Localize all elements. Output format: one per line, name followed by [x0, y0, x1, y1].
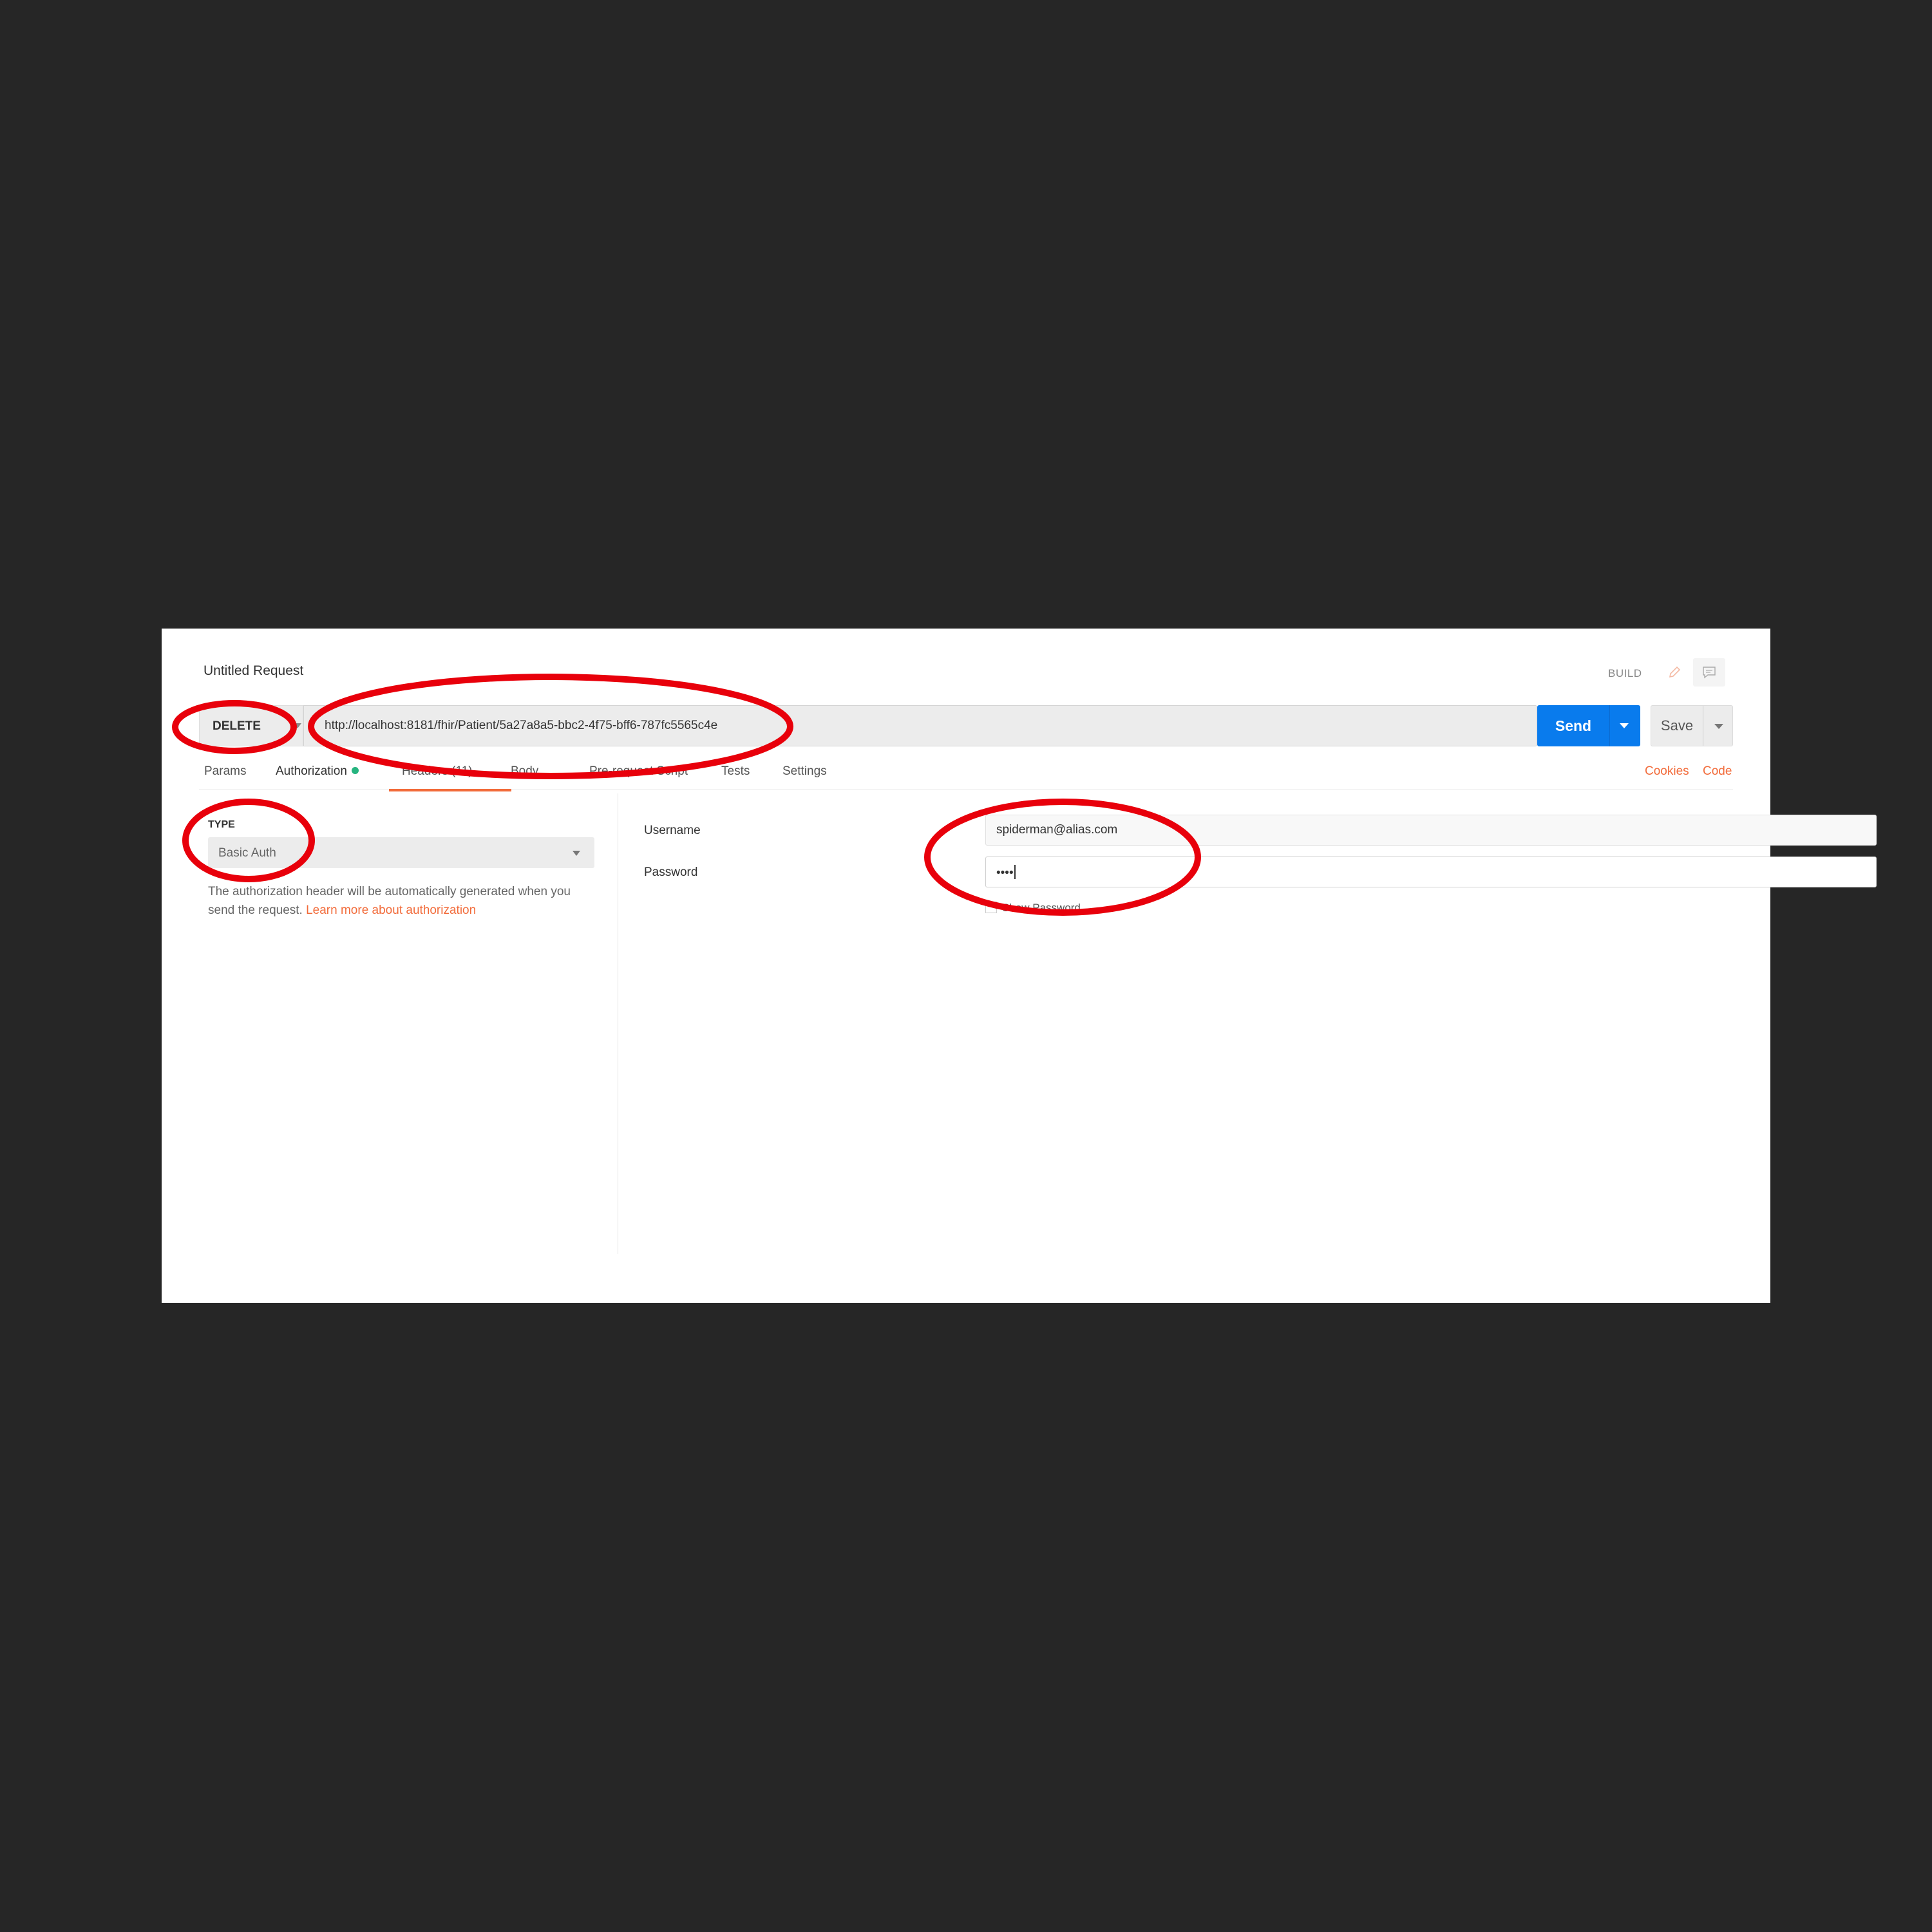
- auth-type-select[interactable]: Basic Auth: [208, 837, 594, 868]
- request-panel: Untitled Request BUILD DELETE http://loc…: [162, 629, 1877, 1303]
- tab-authorization[interactable]: Authorization: [276, 761, 359, 790]
- show-password-toggle[interactable]: Show Password: [985, 902, 1081, 914]
- tab-authorization-label: Authorization: [276, 764, 347, 778]
- url-value: http://localhost:8181/fhir/Patient/5a27a…: [325, 719, 718, 732]
- chevron-down-icon: [294, 723, 301, 728]
- status-dot: [351, 767, 359, 774]
- tab-pre-request-script[interactable]: Pre-request Script: [589, 761, 688, 790]
- request-tabs: Params Authorization Headers (11) Body P…: [199, 761, 1733, 790]
- url-input[interactable]: http://localhost:8181/fhir/Patient/5a27a…: [303, 705, 1537, 746]
- comments-button[interactable]: [1693, 658, 1725, 687]
- username-field[interactable]: spiderman@alias.com: [985, 815, 1877, 846]
- username-value: spiderman@alias.com: [996, 823, 1118, 837]
- request-title[interactable]: Untitled Request: [204, 663, 303, 679]
- active-tab-indicator: [389, 789, 511, 791]
- tab-body[interactable]: Body: [511, 761, 538, 790]
- text-cursor: [1014, 865, 1016, 879]
- username-label: Username: [644, 824, 701, 837]
- code-link[interactable]: Code: [1703, 761, 1732, 782]
- save-button[interactable]: Save: [1651, 705, 1733, 746]
- auth-type-label: TYPE: [208, 819, 235, 830]
- auth-help-text: The authorization header will be automat…: [208, 882, 594, 920]
- tab-params[interactable]: Params: [204, 761, 246, 790]
- password-mask: ••••: [996, 866, 1014, 880]
- password-field[interactable]: ••••: [985, 857, 1877, 887]
- send-button[interactable]: Send: [1537, 705, 1640, 746]
- pencil-icon: [1669, 666, 1681, 678]
- tab-headers[interactable]: Headers (11): [402, 761, 472, 790]
- cookies-link[interactable]: Cookies: [1645, 761, 1689, 782]
- tab-tests[interactable]: Tests: [721, 761, 750, 790]
- send-options-chevron-icon[interactable]: [1620, 723, 1629, 728]
- tab-settings[interactable]: Settings: [782, 761, 827, 790]
- build-mode-label[interactable]: BUILD: [1608, 667, 1642, 680]
- method-value: DELETE: [213, 719, 261, 733]
- edit-button[interactable]: [1658, 658, 1690, 687]
- show-password-label: Show Password: [1002, 902, 1081, 914]
- save-label: Save: [1660, 717, 1694, 734]
- auth-type-pane: TYPE Basic Auth The authorization header…: [199, 793, 618, 1254]
- send-divider: [1609, 705, 1610, 746]
- method-select[interactable]: DELETE: [199, 705, 303, 746]
- comment-icon: [1703, 667, 1716, 679]
- password-label: Password: [644, 866, 698, 879]
- send-label: Send: [1555, 717, 1592, 734]
- password-value: ••••: [996, 865, 1016, 880]
- auth-type-value: Basic Auth: [218, 846, 276, 860]
- checkbox-icon[interactable]: [985, 902, 997, 913]
- save-options-chevron-icon[interactable]: [1714, 724, 1723, 729]
- chevron-down-icon: [573, 851, 580, 856]
- auth-learn-more-link[interactable]: Learn more about authorization: [306, 904, 476, 917]
